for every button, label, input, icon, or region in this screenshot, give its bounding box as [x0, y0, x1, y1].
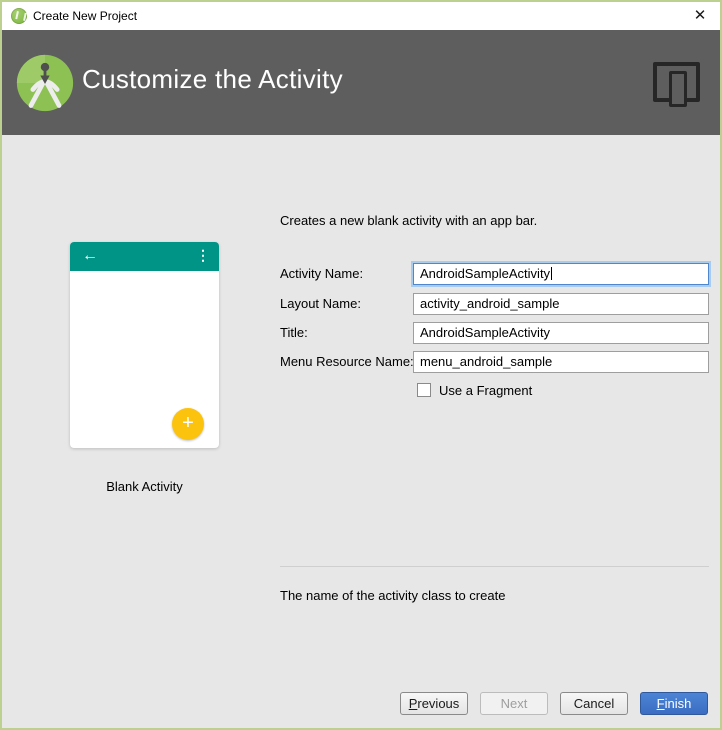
- back-arrow-icon: ←: [82, 247, 98, 265]
- menu-resource-name-input[interactable]: menu_android_sample: [413, 351, 709, 373]
- activity-preview-card[interactable]: ← ⋮ +: [70, 242, 219, 448]
- overflow-menu-icon: ⋮: [196, 247, 210, 264]
- menu-resource-name-value: menu_android_sample: [420, 354, 552, 369]
- use-fragment-label: Use a Fragment: [439, 383, 532, 398]
- title-value: AndroidSampleActivity: [420, 325, 550, 340]
- previous-button[interactable]: Previous: [400, 692, 468, 715]
- text-caret: [551, 267, 552, 280]
- finish-button-label: Finish: [641, 694, 707, 714]
- finish-button[interactable]: Finish: [640, 692, 708, 715]
- activity-name-input[interactable]: AndroidSampleActivity: [413, 263, 709, 285]
- cancel-button[interactable]: Cancel: [560, 692, 628, 715]
- activity-name-value: AndroidSampleActivity: [420, 266, 550, 281]
- android-studio-logo-icon: [15, 47, 75, 119]
- layout-name-input[interactable]: activity_android_sample: [413, 293, 709, 315]
- activity-name-label: Activity Name:: [280, 266, 363, 281]
- next-button-label: Next: [481, 694, 547, 714]
- hint-divider: [280, 566, 709, 567]
- titlebar: Create New Project ✕: [2, 2, 720, 30]
- page-title: Customize the Activity: [82, 64, 343, 95]
- preview-label: Blank Activity: [70, 479, 219, 494]
- phone-icon: [669, 71, 687, 107]
- next-button[interactable]: Next: [480, 692, 548, 715]
- wizard-header: Customize the Activity: [2, 30, 720, 135]
- menu-resource-name-label: Menu Resource Name:: [280, 354, 414, 369]
- template-description: Creates a new blank activity with an app…: [280, 213, 537, 228]
- field-hint: The name of the activity class to create: [280, 588, 505, 603]
- title-label: Title:: [280, 325, 308, 340]
- preview-appbar: ← ⋮: [70, 242, 219, 271]
- cancel-button-label: Cancel: [561, 694, 627, 714]
- layout-name-label: Layout Name:: [280, 296, 361, 311]
- previous-button-label: Previous: [401, 694, 467, 714]
- android-studio-icon: [11, 8, 27, 24]
- use-fragment-checkbox[interactable]: [417, 383, 431, 397]
- fab-add-icon: +: [172, 408, 204, 440]
- layout-name-value: activity_android_sample: [420, 296, 559, 311]
- form-factor-icon: [653, 62, 702, 108]
- window-title: Create New Project: [33, 9, 137, 23]
- create-new-project-dialog: Create New Project ✕ Customize the Activ…: [0, 0, 722, 730]
- close-icon[interactable]: ✕: [689, 6, 711, 26]
- title-input[interactable]: AndroidSampleActivity: [413, 322, 709, 344]
